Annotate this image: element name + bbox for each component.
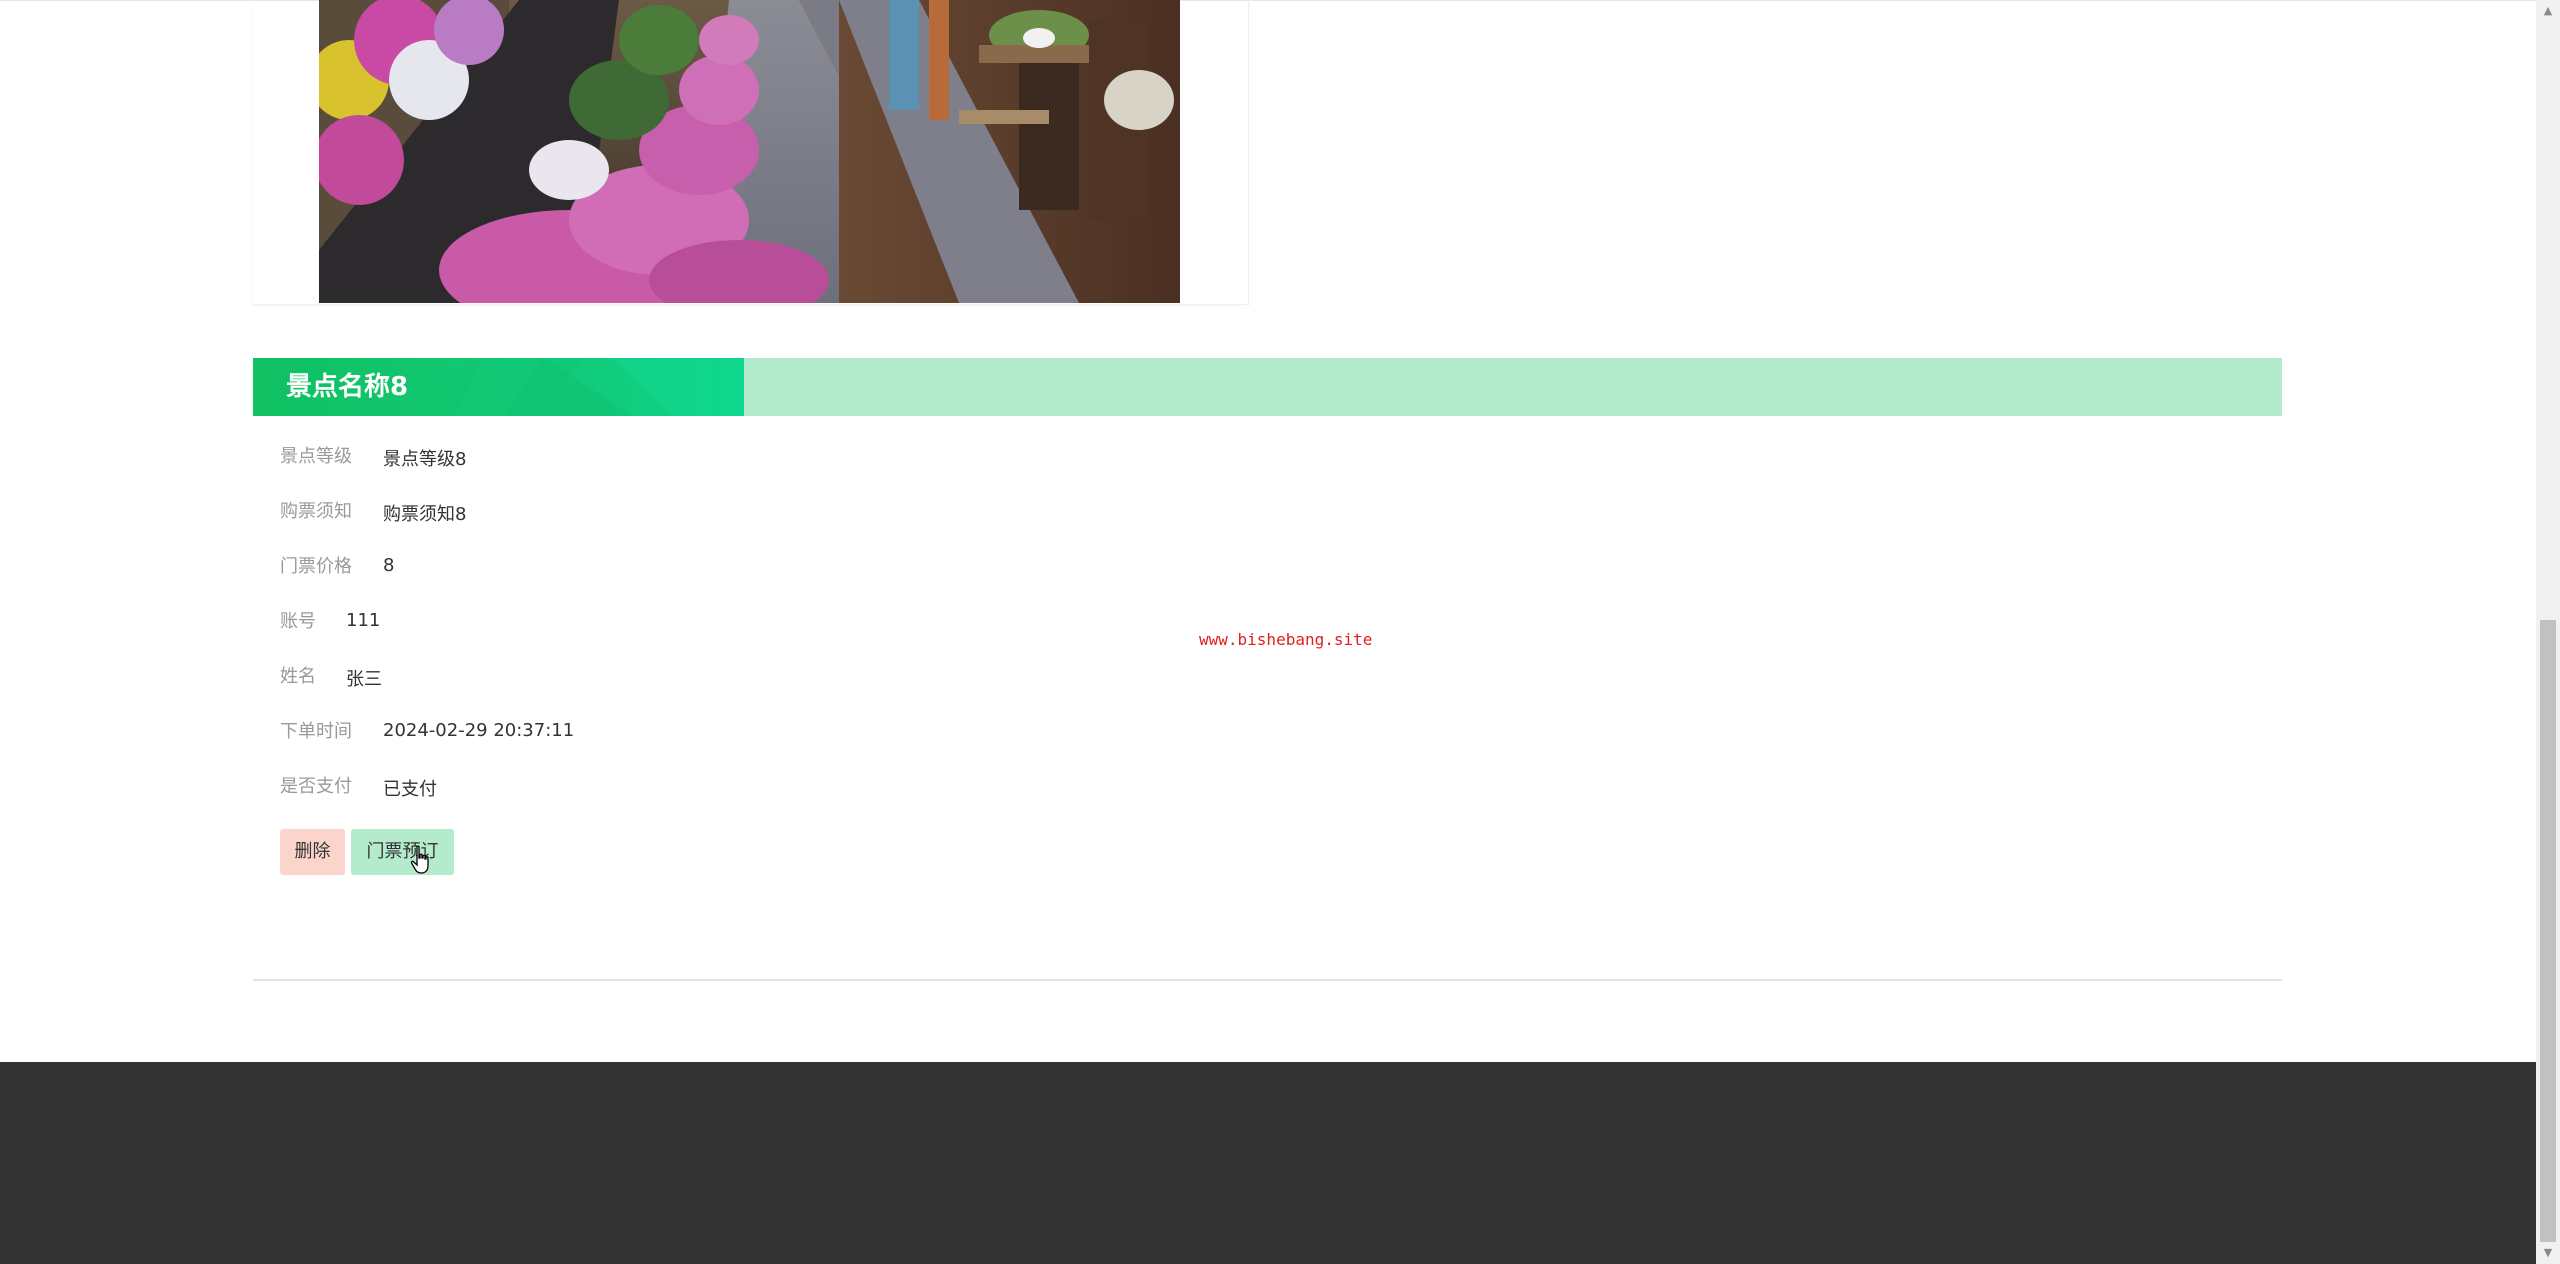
scroll-up-arrow-icon[interactable]: ▲ xyxy=(2536,0,2560,22)
account-value: 111 xyxy=(346,610,381,631)
order-time-value: 2024-02-29 20:37:11 xyxy=(383,720,575,741)
account-label: 账号 xyxy=(280,611,316,632)
name-label: 姓名 xyxy=(280,666,316,687)
spot-photo xyxy=(319,0,1180,303)
content-divider xyxy=(253,979,2282,981)
paid-label: 是否支付 xyxy=(280,776,352,797)
vertical-scrollbar[interactable]: ▲ ▼ xyxy=(2536,0,2560,1264)
spot-level-value: 景点等级8 xyxy=(383,449,467,470)
ticket-notice-value: 购票须知8 xyxy=(383,504,467,525)
name-value: 张三 xyxy=(346,669,382,690)
spot-level-label: 景点等级 xyxy=(280,446,352,467)
page: 景点名称8 景点等级 景点等级8 购票须知 购票须知8 门票价格 8 账号 11… xyxy=(0,0,2560,1264)
ticket-notice-label: 购票须知 xyxy=(280,501,352,522)
page-footer xyxy=(0,1062,2536,1264)
spot-title-tab: 景点名称8 xyxy=(253,358,744,416)
paid-value: 已支付 xyxy=(383,779,437,800)
scroll-down-arrow-icon[interactable]: ▼ xyxy=(2536,1242,2560,1264)
spot-image-card xyxy=(253,0,1249,305)
spot-title-bar: 景点名称8 xyxy=(253,358,2282,416)
order-time-label: 下单时间 xyxy=(280,721,352,742)
spot-title: 景点名称8 xyxy=(286,372,409,402)
delete-button[interactable]: 删除 xyxy=(280,829,345,875)
ticket-price-label: 门票价格 xyxy=(280,556,352,577)
lane-photo-illustration xyxy=(319,0,1180,303)
reorder-ticket-button[interactable]: 门票预订 xyxy=(351,829,454,875)
scrollbar-thumb[interactable] xyxy=(2540,620,2556,1242)
hand-cursor-icon xyxy=(410,845,429,874)
watermark-text: www.bishebang.site xyxy=(1199,630,1373,649)
ticket-price-value: 8 xyxy=(383,555,395,576)
